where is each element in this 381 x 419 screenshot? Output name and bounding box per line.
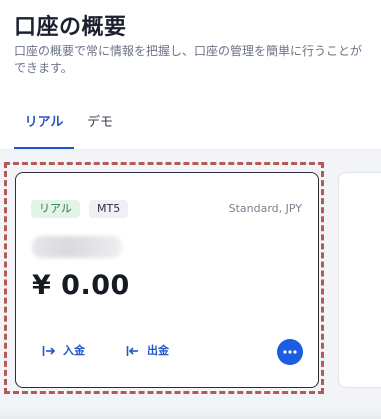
more-horizontal-icon — [283, 350, 297, 354]
bottom-fade — [0, 408, 381, 419]
account-tabs: リアル デモ — [0, 105, 381, 150]
tab-real[interactable]: リアル — [14, 105, 74, 149]
badge-platform: MT5 — [89, 200, 129, 218]
blurred-account-name — [32, 236, 122, 258]
withdraw-label: 出金 — [147, 344, 169, 357]
page-title: 口座の概要 — [14, 15, 127, 40]
deposit-button[interactable]: 入金 — [42, 342, 85, 360]
account-balance: ¥ 0.00 — [32, 270, 130, 301]
more-options-button[interactable] — [277, 339, 303, 365]
badge-real: リアル — [31, 200, 80, 218]
account-overview-page: 口座の概要 口座の概要で常に情報を把握し、口座の管理を簡単に行うことができます。… — [0, 0, 381, 419]
next-account-card[interactable] — [338, 172, 381, 388]
deposit-arrow-icon — [42, 346, 56, 356]
account-type-label: Standard, JPY — [228, 202, 302, 215]
withdraw-arrow-icon — [126, 346, 138, 356]
page-subtitle: 口座の概要で常に情報を把握し、口座の管理を簡単に行うことができます。 — [14, 44, 363, 75]
tab-demo[interactable]: デモ — [80, 105, 120, 147]
account-card[interactable]: リアル MT5 Standard, JPY ¥ 0.00 入金 出金 — [15, 172, 319, 388]
deposit-label: 入金 — [63, 344, 85, 357]
withdraw-button[interactable]: 出金 — [126, 342, 169, 360]
